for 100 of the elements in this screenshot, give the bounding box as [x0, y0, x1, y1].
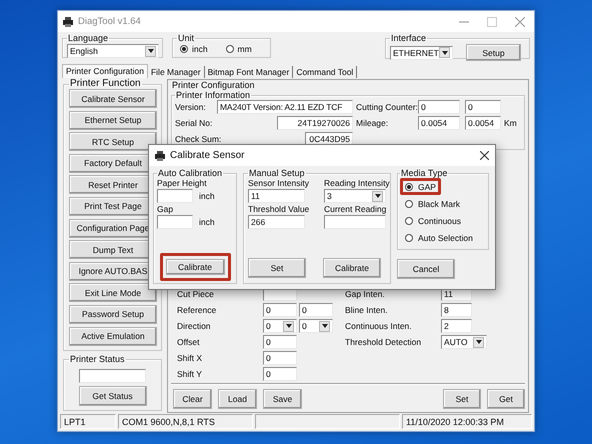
action-button[interactable]: Get — [487, 389, 525, 409]
cancel-button[interactable]: Cancel — [397, 259, 455, 279]
field-label: Gap Inten. — [345, 289, 386, 299]
action-button[interactable]: Load — [218, 389, 257, 409]
group-label: Printer Function — [69, 79, 142, 89]
dialog-title: Calibrate Sensor — [170, 150, 244, 161]
calibrate-button[interactable]: Calibrate — [166, 259, 224, 275]
tab[interactable]: Bitmap Font Manager — [204, 66, 294, 78]
dropdown-field[interactable]: 0 — [299, 319, 333, 333]
group-label: Media Type — [400, 168, 448, 178]
field-label: Current Reading — [324, 204, 388, 214]
field-label: Shift Y — [177, 369, 203, 379]
field-label: Threshold Detection — [345, 337, 422, 347]
status-text: COM1 9600,N,8,1 RTS — [118, 414, 253, 429]
radio-label[interactable]: GAP — [418, 182, 436, 192]
radio-button[interactable] — [226, 45, 234, 53]
dropdown-field[interactable]: ETHERNET — [390, 46, 453, 60]
action-button[interactable]: Clear — [173, 389, 212, 409]
tab[interactable]: File Manager — [148, 66, 205, 78]
dropdown-field[interactable]: English — [67, 44, 159, 58]
field-label: Gap — [157, 204, 174, 214]
caret-icon — [374, 194, 380, 198]
group-label: Auto Calibration — [157, 168, 224, 178]
status-field — [79, 369, 146, 383]
field-label: Shift X — [177, 353, 204, 363]
radio-label[interactable]: Black Mark — [418, 198, 460, 208]
field-label: Reading Intensity — [324, 178, 390, 188]
caret-icon — [322, 324, 328, 328]
field-label: Check Sum: — [175, 134, 222, 144]
dropdown-field[interactable]: 0 — [263, 319, 297, 333]
radio-button[interactable] — [405, 200, 413, 208]
input-field[interactable]: 8 — [441, 303, 472, 317]
field-label: Cut Piece — [177, 289, 215, 299]
input-field[interactable]: 0 — [418, 100, 460, 114]
radio-button[interactable] — [405, 216, 413, 224]
window-title: DiagTool v1.64 — [78, 16, 141, 27]
radio-label[interactable]: Continuous — [418, 216, 462, 226]
dropdown-field[interactable]: AUTO — [441, 335, 487, 349]
radio-label[interactable]: inch — [192, 44, 208, 54]
function-button[interactable]: Calibrate Sensor — [69, 89, 157, 108]
field-label: Direction — [177, 321, 212, 331]
group-label: Printer Information — [175, 90, 252, 100]
field-label: Mileage: — [356, 118, 390, 128]
dropdown-field[interactable]: 3 — [324, 189, 386, 203]
field-label: Offset — [177, 337, 201, 347]
field-label: Bline Inten. — [345, 305, 389, 315]
input-field[interactable]: 0.0054 — [418, 116, 460, 130]
printer-icon — [63, 16, 73, 26]
group-label: Interface — [390, 33, 428, 43]
field-label: Cutting Counter: — [356, 102, 418, 112]
radio-button[interactable] — [405, 182, 413, 190]
get-status-button[interactable]: Get Status — [78, 386, 146, 406]
input-field[interactable]: 0 — [465, 100, 501, 114]
input-field[interactable]: 0 — [263, 367, 297, 381]
printer-icon — [155, 150, 165, 160]
function-button[interactable]: Active Emulation — [69, 326, 157, 346]
action-button[interactable]: Set — [248, 258, 306, 278]
input-field[interactable]: 0 — [263, 335, 297, 349]
field-label: Serial No: — [175, 118, 214, 128]
tab[interactable]: Command Tool — [293, 66, 358, 78]
tab[interactable]: Printer Configuration — [62, 64, 148, 78]
group-label: Manual Setup — [248, 168, 306, 178]
caret-icon — [148, 49, 154, 53]
group-label: Printer Status — [69, 354, 126, 364]
unit-label: inch — [199, 191, 215, 201]
input-field[interactable]: 0 — [263, 351, 297, 365]
input-field[interactable] — [324, 215, 386, 229]
radio-button[interactable] — [180, 45, 188, 53]
input-field[interactable] — [157, 215, 193, 229]
radio-label[interactable]: mm — [238, 44, 252, 54]
function-button[interactable]: Password Setup — [69, 304, 157, 324]
setup-button[interactable]: Setup — [466, 44, 521, 61]
input-field[interactable]: 24T19270026 — [277, 116, 353, 130]
radio-button[interactable] — [405, 234, 413, 242]
close-icon[interactable] — [480, 151, 489, 160]
radio-label[interactable]: Auto Selection — [418, 232, 473, 242]
input-field[interactable]: 266 — [248, 215, 305, 229]
input-field[interactable]: MA240T Version: A2.11 EZD TCF — [217, 100, 353, 114]
group-label: Printer Configuration — [171, 80, 256, 90]
field-label: Paper Height — [157, 178, 208, 188]
field-label: Continuous Inten. — [345, 321, 413, 331]
group-label: Language — [67, 33, 110, 43]
caret-icon — [286, 324, 292, 328]
function-button[interactable]: Exit Line Mode — [69, 283, 157, 302]
field-label: Sensor Intensity — [248, 178, 310, 188]
function-button[interactable]: RTC Setup — [69, 132, 157, 152]
input-field[interactable]: 0 — [299, 303, 333, 317]
input-field[interactable]: 2 — [441, 319, 472, 333]
action-button[interactable]: Calibrate — [323, 258, 381, 278]
input-field[interactable] — [157, 189, 193, 203]
field-label: Version: — [175, 102, 207, 112]
field-label: Reference — [177, 305, 218, 315]
function-button[interactable]: Ethernet Setup — [69, 110, 157, 130]
action-button[interactable]: Set — [443, 389, 481, 409]
input-field[interactable]: 0 — [263, 303, 297, 317]
input-field[interactable]: 11 — [248, 189, 305, 203]
unit-label: inch — [199, 217, 215, 227]
caret-icon — [476, 340, 482, 344]
input-field[interactable]: 0.0054 — [465, 116, 501, 130]
action-button[interactable]: Save — [263, 389, 302, 409]
